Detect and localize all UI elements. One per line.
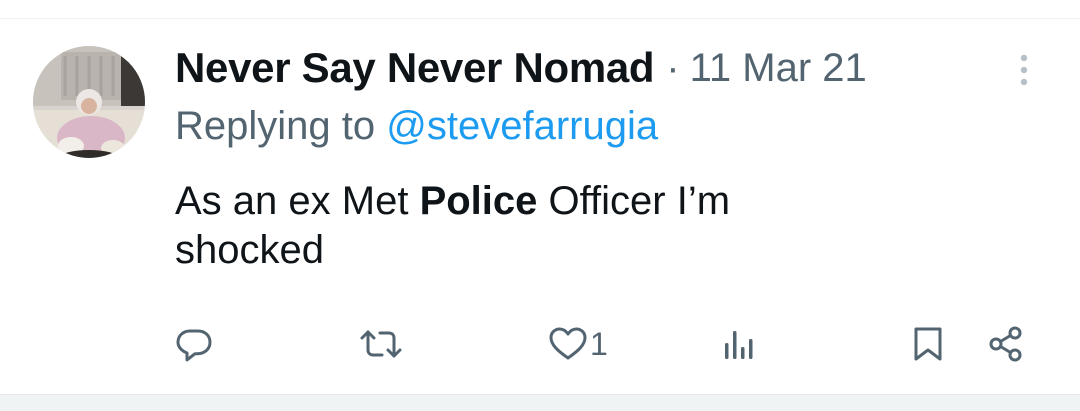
- more-vertical-icon: [1020, 54, 1028, 86]
- replying-to-handle[interactable]: @stevefarrugia: [386, 104, 658, 148]
- top-divider: [0, 18, 1080, 19]
- tweet-text-line-2: shocked: [175, 228, 324, 272]
- tweet-text-part-2: Officer I’m: [548, 179, 731, 223]
- tweet-text-bold: Police: [419, 179, 538, 223]
- timestamp[interactable]: 11 Mar 21: [690, 46, 867, 91]
- reply-bubble-icon: [176, 329, 212, 362]
- heart-icon: [549, 327, 587, 360]
- tweet-text-part-1: As an ex Met: [175, 179, 409, 223]
- share-icon: [989, 326, 1022, 362]
- like-count: 1: [590, 325, 608, 362]
- bottom-divider: [0, 394, 1080, 411]
- avatar-photo: [33, 46, 145, 158]
- replying-to: Replying to @stevefarrugia: [175, 104, 658, 149]
- views-button[interactable]: [722, 320, 758, 368]
- avatar[interactable]: [33, 46, 145, 158]
- share-button[interactable]: [986, 320, 1026, 368]
- bookmark-button[interactable]: [912, 320, 944, 368]
- tweet-header: Never Say Never Nomad · 11 Mar 21: [175, 40, 867, 96]
- views-bar-icon: [725, 331, 753, 359]
- retweet-icon: [360, 330, 402, 358]
- retweet-button[interactable]: [358, 320, 404, 368]
- more-options-button[interactable]: [1010, 50, 1038, 90]
- header-separator: ·: [666, 45, 680, 90]
- tweet-text: As an ex Met Police Officer I’m shocked: [175, 177, 995, 275]
- like-button[interactable]: 1: [548, 320, 608, 368]
- reply-button[interactable]: [176, 320, 212, 368]
- author-name[interactable]: Never Say Never Nomad: [175, 44, 655, 92]
- bookmark-icon: [914, 327, 942, 361]
- replying-to-label: Replying to: [175, 104, 376, 148]
